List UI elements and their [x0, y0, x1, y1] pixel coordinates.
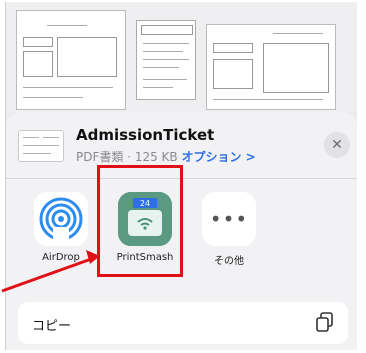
file-info-text: PDF書類 · 125 KB	[76, 150, 178, 164]
more-icon: •••	[202, 192, 256, 246]
app-label: AirDrop	[42, 252, 80, 263]
share-screen: AdmissionTicket PDF書類 · 125 KB オプション > ✕	[5, 2, 357, 350]
preview-page	[136, 20, 196, 100]
app-label: その他	[214, 256, 244, 267]
document-title: AdmissionTicket	[76, 126, 215, 144]
document-preview	[6, 2, 357, 112]
document-info: PDF書類 · 125 KB オプション >	[76, 148, 256, 165]
close-button[interactable]: ✕	[324, 132, 350, 158]
app-more[interactable]: ••• その他	[194, 192, 264, 267]
airdrop-icon	[34, 192, 88, 246]
highlight-box	[97, 165, 183, 277]
copy-label: コピー	[32, 319, 72, 334]
options-link[interactable]: オプション >	[181, 150, 255, 164]
app-airdrop[interactable]: AirDrop	[26, 192, 96, 263]
copy-action[interactable]: コピー	[18, 302, 348, 344]
copy-icon	[314, 311, 336, 333]
preview-page	[16, 10, 126, 110]
document-thumbnail	[18, 130, 64, 162]
preview-page	[206, 24, 336, 110]
